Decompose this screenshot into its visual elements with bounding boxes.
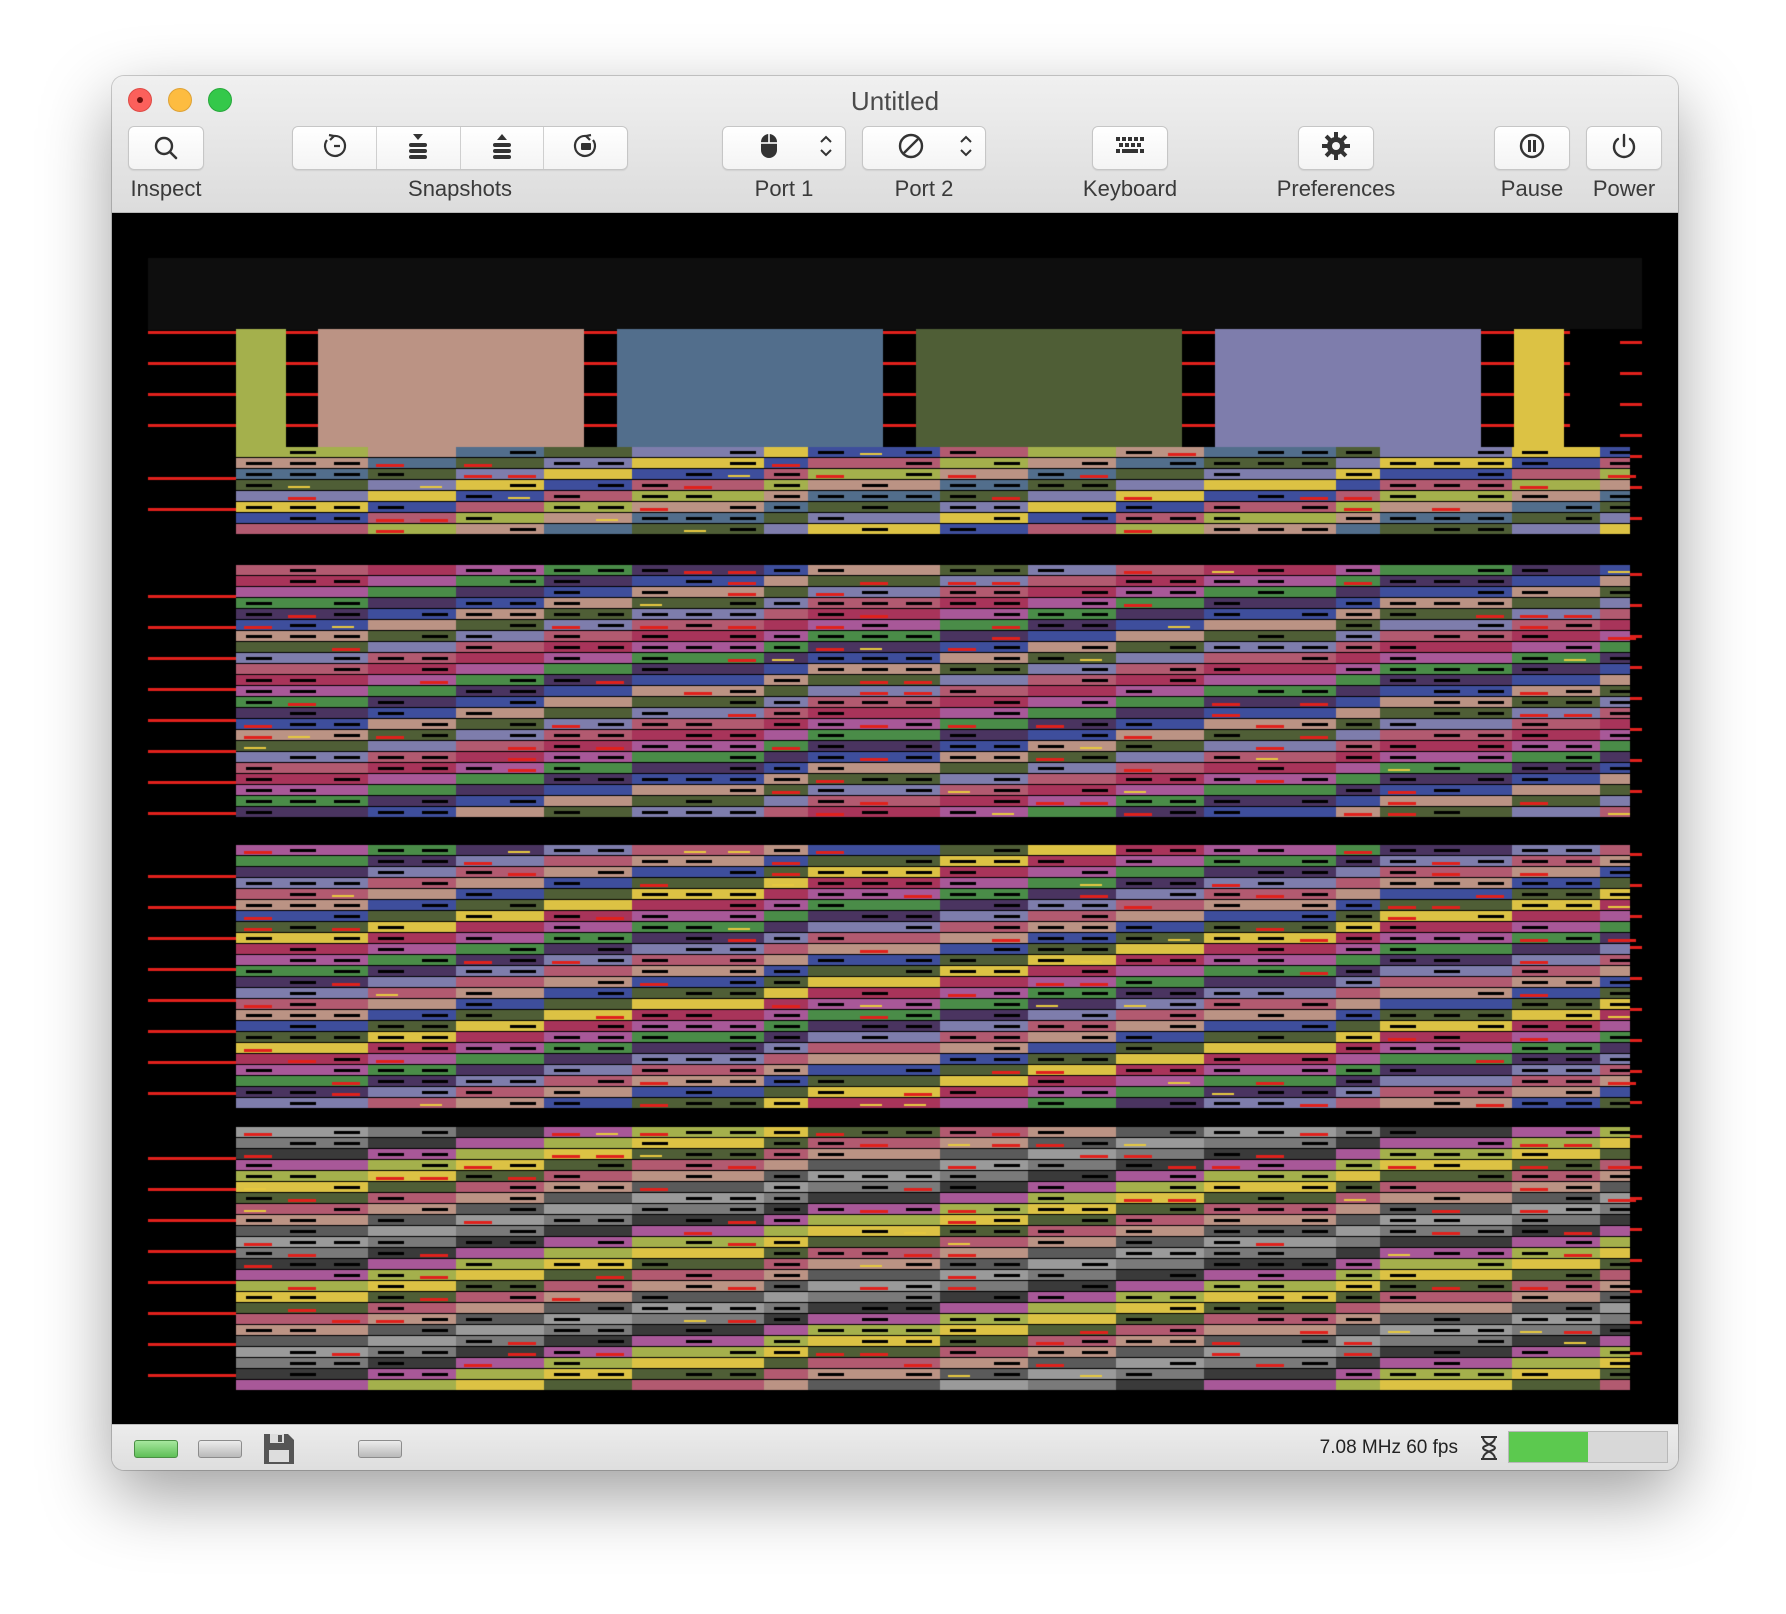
chevron-updown-icon (959, 133, 973, 164)
power-icon (1610, 132, 1638, 165)
no-device-icon (897, 132, 925, 165)
power-label: Power (1592, 176, 1656, 201)
take-snapshot-icon (319, 131, 349, 166)
hourglass-icon[interactable] (1478, 1435, 1500, 1466)
drive-led-hd[interactable] (358, 1440, 402, 1458)
power-button[interactable] (1586, 126, 1662, 170)
preferences-button[interactable] (1298, 126, 1374, 170)
chevron-updown-icon (819, 133, 833, 164)
port2-label: Port 2 (894, 176, 954, 201)
restore-snapshot-icon (571, 131, 601, 166)
toolbar: Untitled Inspect Snapshots Port 1 Port 2… (112, 76, 1678, 213)
port2-popup[interactable] (862, 126, 986, 170)
window-title: Untitled (850, 86, 940, 116)
snapshots-label: Snapshots (408, 176, 512, 201)
emulator-display-canvas (112, 213, 1678, 1424)
snapshots-control (292, 126, 628, 170)
take-snapshot-button[interactable] (293, 127, 377, 169)
speed-readout: 7.08 MHz 60 fps (1319, 1437, 1458, 1458)
pop-snapshot-icon (487, 131, 517, 166)
keyboard-icon (1115, 135, 1145, 162)
restore-snapshot-button[interactable] (544, 127, 627, 169)
emulator-screen[interactable] (112, 213, 1678, 1424)
preferences-label: Preferences (1276, 176, 1396, 201)
keyboard-button[interactable] (1092, 126, 1168, 170)
inspect-button[interactable] (128, 126, 204, 170)
pause-label: Pause (1500, 176, 1564, 201)
push-snapshot-icon (403, 131, 433, 166)
pause-button[interactable] (1494, 126, 1570, 170)
push-snapshot-button[interactable] (377, 127, 461, 169)
magnifier-icon (153, 135, 179, 161)
port1-popup[interactable] (722, 126, 846, 170)
gear-icon (1321, 131, 1351, 166)
pause-icon (1518, 132, 1546, 165)
pop-snapshot-button[interactable] (461, 127, 545, 169)
floppy-disk-icon[interactable] (262, 1432, 296, 1470)
mouse-icon (757, 132, 781, 165)
performance-meter (1508, 1431, 1668, 1463)
drive-led-df0[interactable] (134, 1440, 178, 1458)
inspect-label: Inspect (130, 176, 202, 201)
drive-led-df1[interactable] (198, 1440, 242, 1458)
performance-meter-fill (1509, 1432, 1588, 1462)
keyboard-label: Keyboard (1082, 176, 1178, 201)
emulator-window: Untitled Inspect Snapshots Port 1 Port 2… (112, 76, 1678, 1470)
port1-label: Port 1 (754, 176, 814, 201)
status-bar: 7.08 MHz 60 fps (112, 1424, 1678, 1470)
